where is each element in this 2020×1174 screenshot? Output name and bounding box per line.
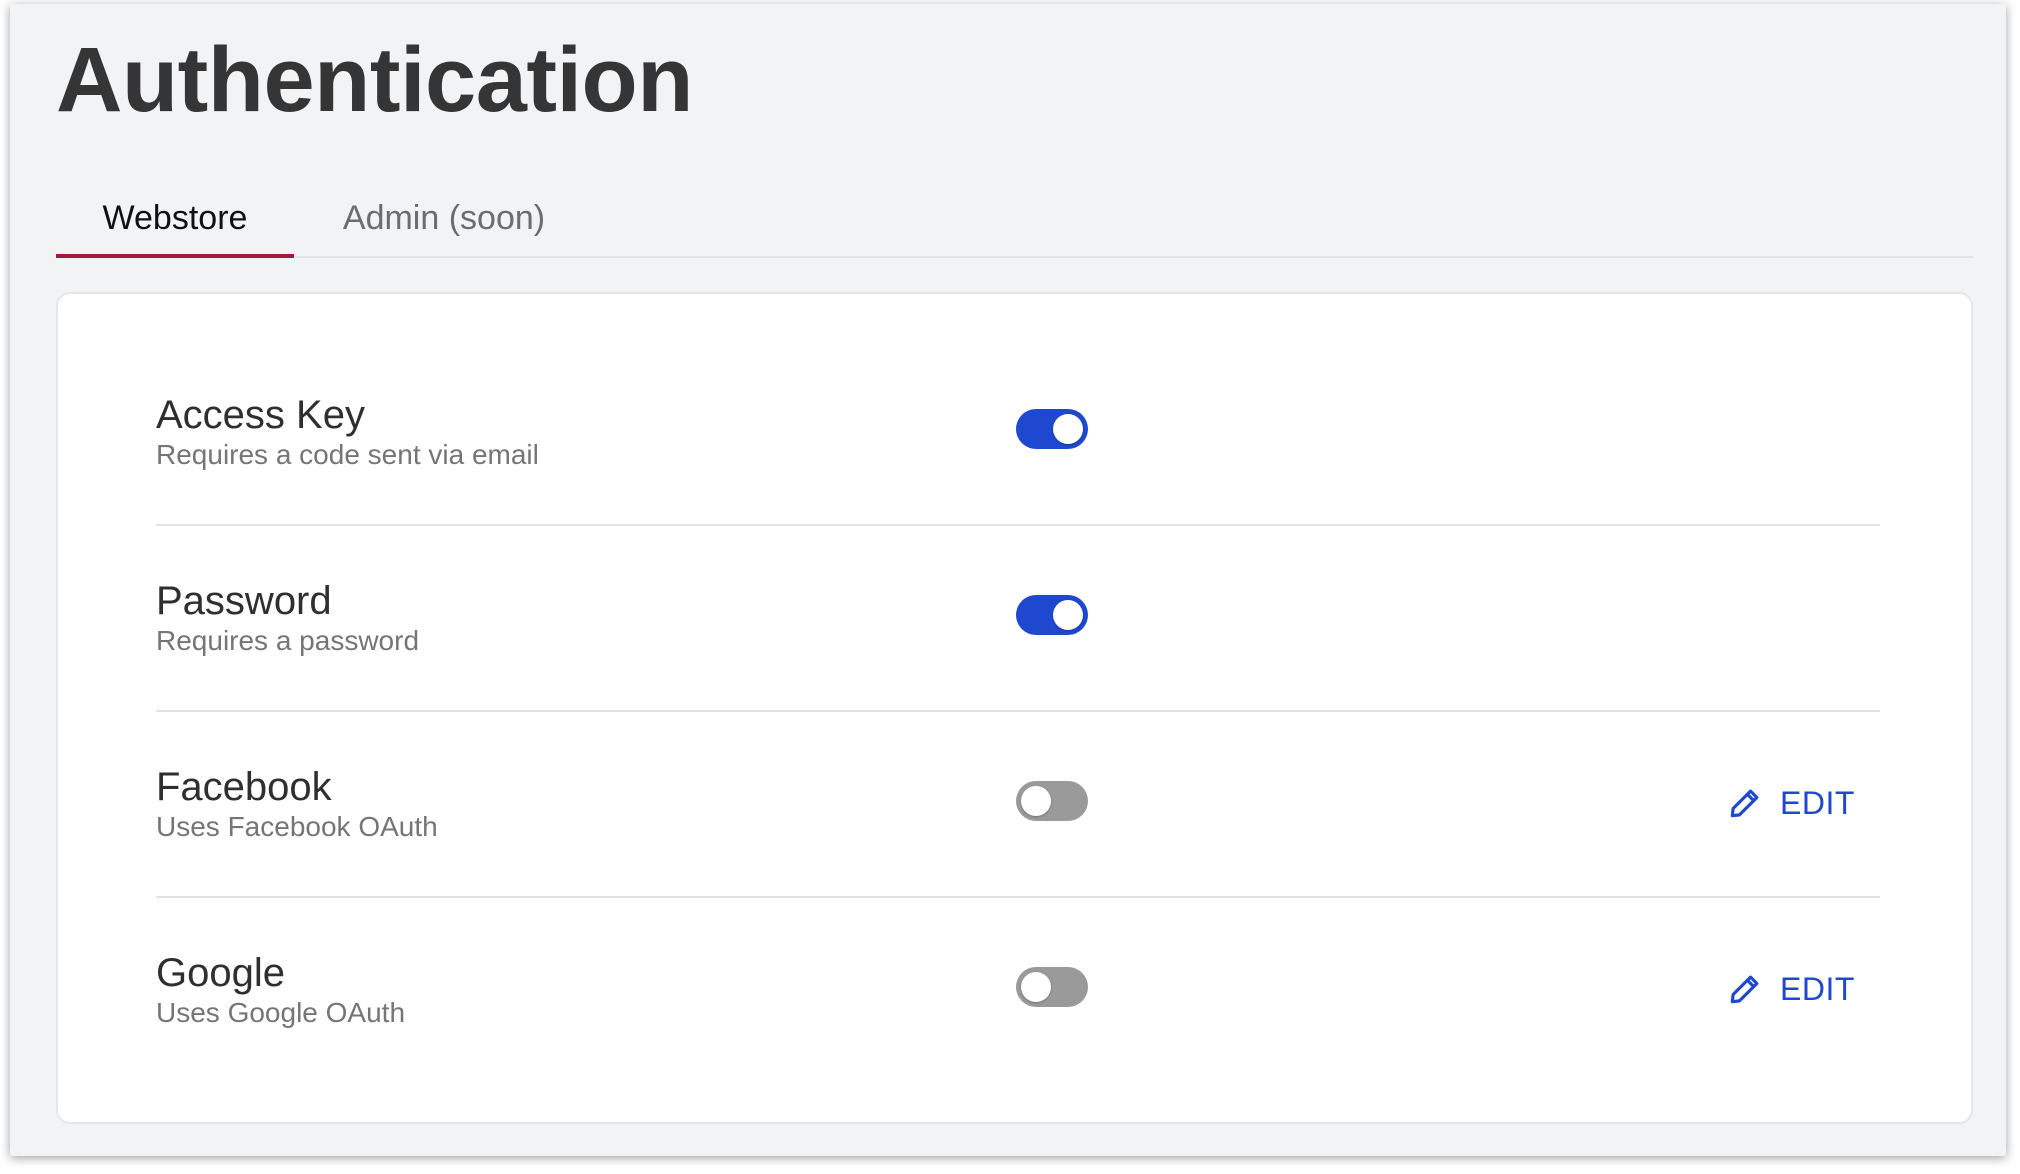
password-toggle[interactable] <box>1016 595 1088 635</box>
access-key-toggle[interactable] <box>1016 409 1088 449</box>
auth-method-row-access-key: Access Key Requires a code sent via emai… <box>156 340 1880 526</box>
page-title: Authentication <box>56 29 693 131</box>
tab-admin[interactable]: Admin (soon) <box>334 180 554 256</box>
method-title: Facebook <box>156 765 332 809</box>
tab-bar: Webstore Admin (soon) <box>56 180 1973 258</box>
facebook-toggle[interactable] <box>1016 781 1088 821</box>
edit-label: EDIT <box>1780 784 1855 821</box>
toggle-knob <box>1053 414 1083 444</box>
google-edit-button[interactable]: EDIT <box>1726 964 1855 1014</box>
tab-label: Webstore <box>102 199 248 237</box>
tab-webstore[interactable]: Webstore <box>56 180 294 258</box>
auth-methods-card: Access Key Requires a code sent via emai… <box>56 292 1973 1124</box>
method-description: Requires a password <box>156 625 420 656</box>
google-toggle[interactable] <box>1016 967 1088 1007</box>
pencil-icon <box>1730 789 1759 818</box>
toggle-knob <box>1053 600 1083 630</box>
method-title: Google <box>156 951 285 995</box>
app-window: Authentication Webstore Admin (soon) Acc… <box>10 4 2006 1156</box>
toggle-knob <box>1021 786 1051 816</box>
edit-label: EDIT <box>1780 970 1855 1007</box>
facebook-edit-button[interactable]: EDIT <box>1726 778 1855 828</box>
method-title: Access Key <box>156 393 365 437</box>
auth-method-row-google: Google Uses Google OAuth EDIT <box>156 898 1880 1082</box>
auth-method-row-password: Password Requires a password <box>156 526 1880 712</box>
pencil-icon <box>1730 975 1759 1004</box>
method-description: Uses Facebook OAuth <box>156 811 438 842</box>
method-description: Requires a code sent via email <box>156 439 539 470</box>
method-description: Uses Google OAuth <box>156 997 406 1028</box>
tab-label: Admin (soon) <box>342 199 546 237</box>
active-tab-indicator <box>56 254 294 258</box>
auth-method-row-facebook: Facebook Uses Facebook OAuth EDIT <box>156 712 1880 898</box>
method-title: Password <box>156 579 332 623</box>
toggle-knob <box>1021 972 1051 1002</box>
